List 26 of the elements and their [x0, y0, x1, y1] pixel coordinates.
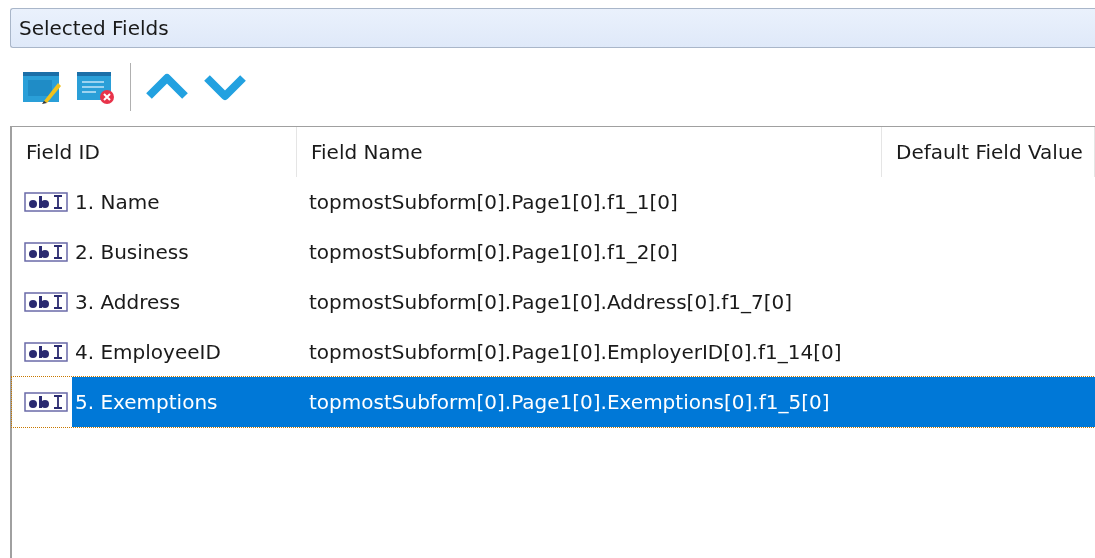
delete-list-icon[interactable] [76, 69, 116, 105]
list-row[interactable]: 1. Name topmostSubform[0].Page1[0].f1_1[0] [12, 177, 1095, 227]
column-header[interactable]: Default Field Value [882, 127, 1095, 177]
field-id[interactable]: 5. Exemptions [72, 378, 297, 426]
text-field-icon [24, 292, 68, 312]
field-id[interactable]: 3. Address [72, 290, 184, 314]
field-name: topmostSubform[0].Page1[0].EmployerID[0].f1_14[0] [308, 339, 843, 366]
edit-icon[interactable] [22, 69, 62, 105]
field-name: topmostSubform[0].Page1[0].f1_1[0] [308, 189, 679, 216]
field-name: topmostSubform[0].Page1[0].Exemptions[0].f1_5[0] [308, 389, 831, 416]
field-id[interactable]: 2. Business [72, 240, 192, 264]
text-field-icon [24, 392, 68, 412]
move-down-icon[interactable] [203, 72, 247, 102]
text-field-icon [24, 242, 68, 262]
field-id[interactable]: 4. EmployeeID [72, 340, 224, 364]
column-header[interactable]: Field ID [12, 127, 297, 177]
text-field-icon [24, 192, 68, 212]
panel-title: Selected Fields [10, 8, 1095, 48]
field-name: topmostSubform[0].Page1[0].f1_2[0] [308, 239, 679, 266]
field-name: topmostSubform[0].Page1[0].Address[0].f1_7[0] [308, 289, 794, 316]
list-row[interactable]: 2. Business topmostSubform[0].Page1[0].f1_2[0] [12, 227, 1095, 277]
text-field-icon [24, 342, 68, 362]
field-id[interactable]: 1. Name [72, 190, 163, 214]
column-header[interactable]: Field Name [297, 127, 882, 177]
list-row[interactable]: 3. Address topmostSubform[0].Page1[0].Address[0].f1_7[0] [12, 277, 1095, 327]
list-row[interactable]: 4. EmployeeID topmostSubform[0].Page1[0].EmployerID[0].f1_14[0] [12, 327, 1095, 377]
